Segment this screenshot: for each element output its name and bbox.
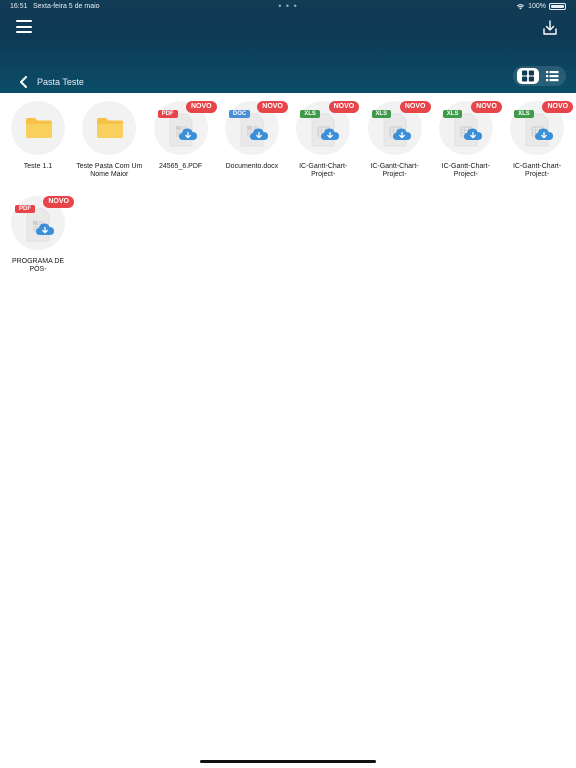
file-item[interactable]: XLS NOVO IC-Gantt-Chart-Project- (502, 93, 574, 183)
item-label: IC-Gantt-Chart-Project- (512, 163, 562, 178)
file-item[interactable]: PDF NOVO PROGRAMA DE PÓS- (3, 188, 74, 278)
item-label: Teste Pasta Com Um Nome Maior (76, 163, 143, 178)
chevron-left-icon[interactable] (19, 76, 29, 88)
new-badge: NOVO (542, 101, 574, 113)
file-type-badge: XLS (300, 110, 320, 118)
new-badge: NOVO (257, 101, 288, 113)
cloud-download-icon[interactable] (392, 127, 412, 141)
item-label: Documento.docx (225, 163, 279, 170)
item-label: IC-Gantt-Chart-Project- (299, 163, 348, 178)
item-label: Teste 1.1 (23, 163, 53, 170)
new-badge: NOVO (185, 101, 217, 113)
file-type-badge: XLS (371, 110, 392, 118)
item-label: 24565_6.PDF (158, 163, 203, 170)
item-label: PROGRAMA DE PÓS- (11, 258, 65, 273)
file-item[interactable]: XLS NOVO IC-Gantt-Chart-Project- (360, 93, 431, 183)
status-bar: 16:51 Sexta-feira 5 de maio • • • 100% (10, 1, 566, 13)
file-item[interactable]: XLS NOVO IC-Gantt-Chart-Project- (288, 93, 360, 183)
status-date: Sexta-feira 5 de maio (33, 3, 100, 10)
cloud-download-icon[interactable] (178, 127, 198, 141)
hamburger-menu-icon[interactable] (16, 20, 32, 34)
item-icon-circle (11, 101, 65, 155)
wifi-icon (516, 4, 525, 10)
folder-icon (97, 118, 124, 138)
cloud-download-icon[interactable] (35, 222, 55, 236)
cloud-download-icon[interactable] (463, 127, 483, 141)
status-time: 16:51 (10, 3, 28, 10)
multitasking-dots[interactable]: • • • (278, 1, 297, 11)
file-type-badge: XLS (442, 110, 463, 118)
home-indicator[interactable] (200, 760, 376, 763)
view-toggle (513, 66, 566, 86)
status-right: 100% (516, 3, 566, 10)
battery-icon (549, 3, 566, 10)
file-type-badge: PDF (157, 110, 178, 118)
breadcrumb: Pasta Teste (37, 77, 84, 87)
item-icon-circle (82, 101, 137, 155)
folder-item[interactable]: Teste Pasta Com Um Nome Maior (74, 93, 144, 183)
new-badge: NOVO (43, 196, 74, 208)
folder-item[interactable]: Teste 1.1 (3, 93, 73, 183)
file-item[interactable]: DOC NOVO Documento.docx (217, 93, 288, 183)
download-icon[interactable] (542, 20, 558, 36)
new-badge: NOVO (471, 101, 502, 113)
new-badge: NOVO (399, 101, 431, 113)
grid-icon (522, 70, 534, 82)
list-view-button[interactable] (543, 68, 561, 84)
list-icon (546, 71, 559, 82)
folder-icon (26, 118, 52, 138)
file-type-badge: XLS (514, 110, 534, 118)
file-type-badge: DOC (228, 110, 251, 118)
item-label: IC-Gantt-Chart-Project- (441, 163, 490, 178)
cloud-download-icon[interactable] (320, 127, 340, 141)
file-item[interactable]: XLS NOVO IC-Gantt-Chart-Project- (431, 93, 502, 183)
battery-percent: 100% (528, 3, 546, 10)
file-type-badge: PDF (15, 205, 35, 213)
app-header: 16:51 Sexta-feira 5 de maio • • • 100% P… (0, 0, 576, 93)
new-badge: NOVO (328, 101, 360, 113)
grid-view-button[interactable] (517, 68, 539, 84)
cloud-download-icon[interactable] (534, 127, 554, 141)
file-item[interactable]: PDF NOVO 24565_6.PDF (146, 93, 217, 183)
cloud-download-icon[interactable] (249, 127, 269, 141)
item-label: IC-Gantt-Chart-Project- (370, 163, 419, 178)
